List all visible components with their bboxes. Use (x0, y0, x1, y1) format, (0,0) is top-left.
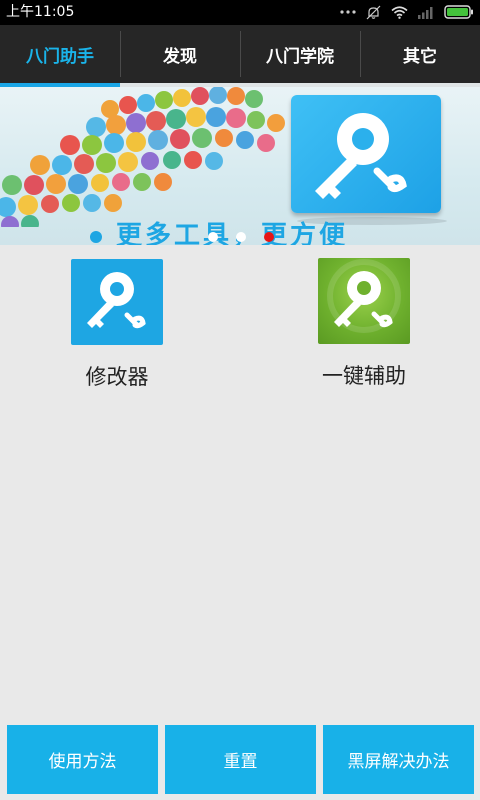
battery-icon (444, 5, 474, 19)
tab-label: 八门学院 (266, 46, 334, 67)
reset-button[interactable]: 重置 (165, 725, 316, 794)
status-icons (340, 4, 474, 20)
wifi-icon (391, 5, 408, 19)
blackscreen-fix-button[interactable]: 黑屏解决办法 (323, 725, 474, 794)
tab-label: 八门助手 (26, 46, 94, 67)
key-wrench-icon (318, 258, 410, 344)
page-dot-active (264, 232, 274, 242)
tab-label: 其它 (403, 46, 437, 67)
page-dot (208, 232, 218, 242)
tab-bamen-academy[interactable]: 八门学院 (240, 25, 360, 83)
tab-other[interactable]: 其它 (360, 25, 480, 83)
usage-button[interactable]: 使用方法 (7, 725, 158, 794)
tool-one-click-assist[interactable]: 一键辅助 (284, 258, 444, 390)
signal-icon (418, 6, 434, 19)
tool-label: 一键辅助 (322, 364, 406, 388)
notifications-off-icon (366, 5, 381, 20)
tab-discover[interactable]: 发现 (120, 25, 240, 83)
app-icons-illustration (0, 87, 285, 227)
tab-label: 发现 (163, 46, 197, 67)
key-wrench-icon (71, 259, 163, 345)
banner-page-indicator (208, 232, 274, 242)
more-dots-icon (340, 9, 356, 15)
bottom-action-bar: 使用方法 重置 黑屏解决办法 (0, 725, 480, 800)
status-bar: 上午11:05 (0, 0, 480, 25)
page-dot (236, 232, 246, 242)
banner-key-icon (291, 95, 447, 225)
tool-modifier[interactable]: 修改器 (37, 259, 197, 391)
banner-carousel[interactable]: 更多工具，更方便 (0, 87, 480, 245)
tool-label: 修改器 (85, 365, 149, 389)
status-time: 上午11:05 (6, 4, 75, 20)
top-tab-bar: 八门助手 发现 八门学院 其它 (0, 25, 480, 83)
tab-bamen-assistant[interactable]: 八门助手 (0, 25, 120, 83)
slogan-bullet (90, 230, 102, 243)
